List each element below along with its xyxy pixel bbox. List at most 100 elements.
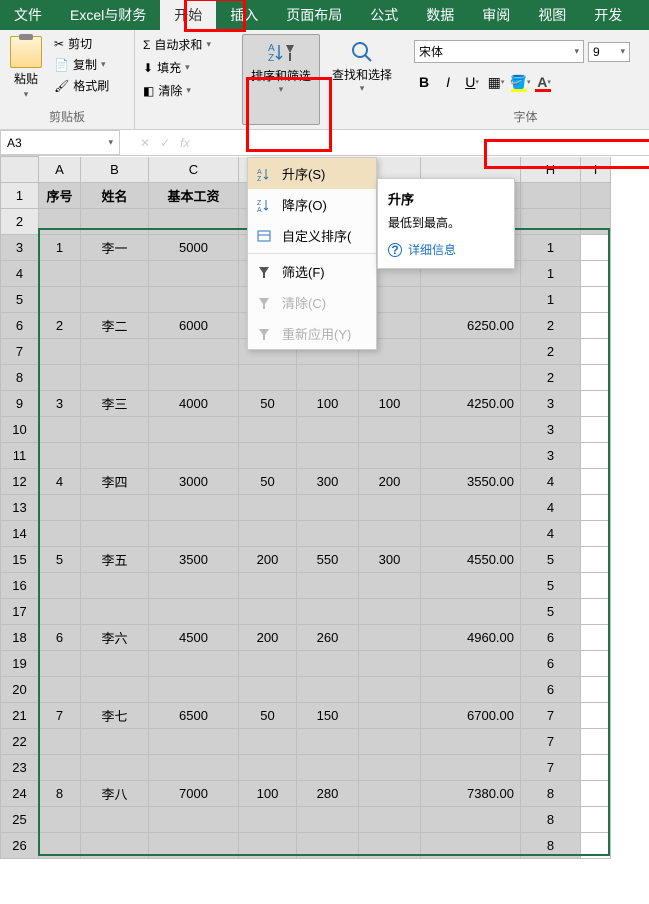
row-header-17[interactable]: 17: [1, 599, 39, 625]
font-size-select[interactable]: 9▾: [588, 42, 630, 62]
cell[interactable]: [421, 365, 521, 391]
cell[interactable]: [359, 417, 421, 443]
cell[interactable]: 8: [521, 833, 581, 859]
cell[interactable]: 李二: [81, 313, 149, 339]
cell[interactable]: 200: [239, 547, 297, 573]
cell[interactable]: 1: [521, 235, 581, 261]
cell[interactable]: [239, 807, 297, 833]
cell[interactable]: [149, 521, 239, 547]
cell[interactable]: [239, 651, 297, 677]
tab-5[interactable]: 公式: [356, 0, 412, 30]
cell[interactable]: [39, 677, 81, 703]
row-header-25[interactable]: 25: [1, 807, 39, 833]
cell[interactable]: [239, 495, 297, 521]
cell[interactable]: [39, 339, 81, 365]
cell[interactable]: 3500: [149, 547, 239, 573]
header-cell[interactable]: [39, 209, 81, 235]
cell[interactable]: [81, 443, 149, 469]
cell[interactable]: [421, 599, 521, 625]
row-header-16[interactable]: 16: [1, 573, 39, 599]
cell[interactable]: [149, 807, 239, 833]
cell[interactable]: [239, 443, 297, 469]
cell[interactable]: 50: [239, 391, 297, 417]
cell[interactable]: [421, 495, 521, 521]
row-header-14[interactable]: 14: [1, 521, 39, 547]
tab-0[interactable]: 文件: [0, 0, 56, 30]
cell[interactable]: [81, 261, 149, 287]
cell[interactable]: [39, 833, 81, 859]
cell[interactable]: [359, 599, 421, 625]
cell[interactable]: 260: [297, 625, 359, 651]
row-header-6[interactable]: 6: [1, 313, 39, 339]
tab-6[interactable]: 数据: [412, 0, 468, 30]
cell[interactable]: 李三: [81, 391, 149, 417]
header-cell[interactable]: [81, 209, 149, 235]
cell[interactable]: 6: [521, 677, 581, 703]
cell[interactable]: [359, 651, 421, 677]
cell[interactable]: [149, 729, 239, 755]
col-header-A[interactable]: A: [39, 157, 81, 183]
cell[interactable]: [239, 755, 297, 781]
cell[interactable]: 200: [359, 469, 421, 495]
cell[interactable]: 3: [521, 391, 581, 417]
row-header-7[interactable]: 7: [1, 339, 39, 365]
cell[interactable]: [149, 495, 239, 521]
cell[interactable]: [149, 261, 239, 287]
cell[interactable]: [81, 807, 149, 833]
cell[interactable]: 李一: [81, 235, 149, 261]
cell[interactable]: [81, 521, 149, 547]
cell[interactable]: [421, 677, 521, 703]
cell[interactable]: [359, 521, 421, 547]
cell[interactable]: [39, 287, 81, 313]
cell[interactable]: [81, 365, 149, 391]
font-color-button[interactable]: A▾: [532, 71, 556, 93]
cell[interactable]: [149, 573, 239, 599]
bold-button[interactable]: B: [412, 71, 436, 93]
underline-button[interactable]: U▾: [460, 71, 484, 93]
border-button[interactable]: ▦▾: [484, 71, 508, 93]
cell[interactable]: [421, 651, 521, 677]
cell[interactable]: 2: [521, 365, 581, 391]
cell[interactable]: [359, 573, 421, 599]
cell[interactable]: [297, 573, 359, 599]
cell[interactable]: [421, 443, 521, 469]
cell[interactable]: [359, 755, 421, 781]
row-header-19[interactable]: 19: [1, 651, 39, 677]
header-cell[interactable]: 序号: [39, 183, 81, 209]
cell[interactable]: [149, 599, 239, 625]
cell[interactable]: 7: [521, 755, 581, 781]
worksheet[interactable]: AZ升序(S) ZA降序(O) 自定义排序( 筛选(F) 清除(C) 重新应用(…: [0, 156, 649, 859]
filter-item[interactable]: 筛选(F): [248, 256, 376, 287]
cell[interactable]: 4250.00: [421, 391, 521, 417]
cell[interactable]: [39, 443, 81, 469]
cell[interactable]: [149, 287, 239, 313]
tooltip-link[interactable]: ?详细信息: [388, 241, 504, 258]
cell[interactable]: [39, 755, 81, 781]
select-all-corner[interactable]: [1, 157, 39, 183]
cell[interactable]: [421, 833, 521, 859]
cell[interactable]: 6700.00: [421, 703, 521, 729]
cell[interactable]: 7000: [149, 781, 239, 807]
cell[interactable]: [421, 417, 521, 443]
cell[interactable]: [81, 833, 149, 859]
cell[interactable]: 8: [521, 781, 581, 807]
cell[interactable]: [359, 443, 421, 469]
cell[interactable]: 5: [39, 547, 81, 573]
cut-button[interactable]: ✂剪切: [52, 34, 111, 53]
col-header-C[interactable]: C: [149, 157, 239, 183]
cell[interactable]: 7: [39, 703, 81, 729]
cell[interactable]: 100: [239, 781, 297, 807]
italic-button[interactable]: I: [436, 71, 460, 93]
row-header-26[interactable]: 26: [1, 833, 39, 859]
cell[interactable]: [239, 521, 297, 547]
cell[interactable]: 1: [521, 261, 581, 287]
cell[interactable]: 4: [521, 521, 581, 547]
sort-desc-item[interactable]: ZA降序(O): [248, 189, 376, 220]
cell[interactable]: [39, 417, 81, 443]
cell[interactable]: [149, 677, 239, 703]
cell[interactable]: 1: [521, 287, 581, 313]
row-header-18[interactable]: 18: [1, 625, 39, 651]
tab-7[interactable]: 审阅: [468, 0, 524, 30]
cell[interactable]: 3: [521, 443, 581, 469]
custom-sort-item[interactable]: 自定义排序(: [248, 220, 376, 251]
